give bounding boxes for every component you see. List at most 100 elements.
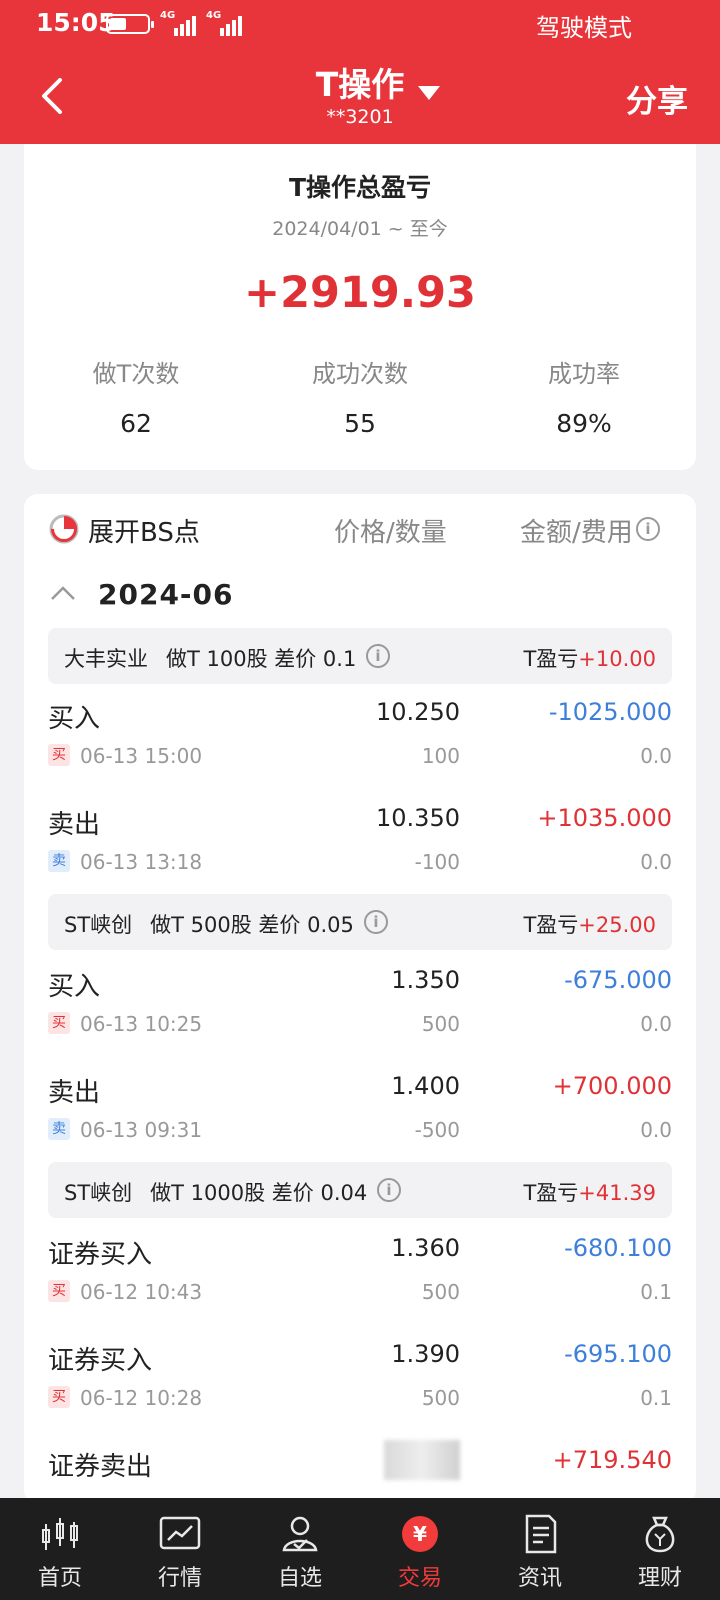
direction-badge: 卖 — [48, 1118, 70, 1140]
group-title: ST峡创 做T 1000股 差价 0.04 — [64, 1177, 367, 1207]
info-icon[interactable]: i — [636, 517, 660, 541]
trade-time: 06-13 09:31 — [80, 1118, 203, 1142]
tab-label: 交易 — [397, 1566, 442, 1591]
t-detail: 做T 100股 差价 0.1 — [166, 647, 357, 671]
trade-quantity: -100 — [414, 850, 460, 874]
column-header-price: 价格/数量 — [334, 518, 447, 548]
trade-row[interactable]: 卖出卖 06-13 09:31 1.400 -500 +700.000 0.0 — [48, 1066, 672, 1172]
stock-name: 大丰实业 — [64, 647, 148, 671]
summary-card: T操作总盈亏 2024/04/01 ~ 至今 +2919.93 做T次数 62 … — [24, 144, 696, 470]
trade-row[interactable]: 证券卖出 +719.540 — [48, 1440, 672, 1504]
trade-group-header[interactable]: ST峡创 做T 500股 差价 0.05 T盈亏+25.00 — [48, 894, 672, 950]
t-profit-label: T盈亏 — [523, 647, 579, 671]
page-title[interactable]: T操作 — [0, 58, 720, 106]
direction-badge: 卖 — [48, 850, 70, 872]
trade-type: 买入 — [48, 704, 101, 734]
caret-down-icon[interactable] — [418, 86, 440, 100]
t-profit-label: T盈亏 — [523, 913, 579, 937]
info-icon[interactable]: i — [366, 644, 390, 668]
t-detail: 做T 500股 差价 0.05 — [150, 913, 354, 937]
trade-fee: 0.0 — [640, 744, 672, 768]
trade-fee: 0.0 — [640, 1012, 672, 1036]
pie-toggle-icon[interactable] — [48, 513, 80, 545]
trade-type: 证券卖出 — [48, 1452, 153, 1482]
trade-group-header[interactable]: ST峡创 做T 1000股 差价 0.04 T盈亏+41.39 — [48, 1162, 672, 1218]
group-title: ST峡创 做T 500股 差价 0.05 — [64, 909, 354, 939]
share-button[interactable]: 分享 — [626, 76, 688, 121]
trade-quantity: 500 — [421, 1386, 460, 1410]
trade-quantity: 500 — [421, 1280, 460, 1304]
money-bag-icon — [645, 1516, 675, 1553]
month-label: 2024-06 — [98, 578, 234, 611]
trade-price: 1.360 — [391, 1234, 460, 1262]
trade-list-card: 展开BS点 价格/数量 金额/费用 i 2024-06 大丰实业 做T 100股 … — [24, 494, 696, 1504]
stat-label: 成功率 — [548, 360, 620, 388]
stat-t-count: 做T次数 62 — [24, 354, 248, 438]
trade-time: 06-13 10:25 — [80, 1012, 203, 1036]
group-title: 大丰实业 做T 100股 差价 0.1 — [64, 643, 356, 673]
info-icon[interactable]: i — [377, 1178, 401, 1202]
tab-home[interactable]: 首页 — [0, 1498, 120, 1600]
stat-success-count: 成功次数 55 — [248, 354, 472, 438]
stat-value: 89% — [556, 409, 612, 438]
trade-time: 06-12 10:43 — [80, 1280, 203, 1304]
trade-quantity: 100 — [421, 744, 460, 768]
trade-time: 06-13 13:18 — [80, 850, 203, 874]
trade-price: 10.350 — [376, 804, 460, 832]
trade-row[interactable]: 证券买入买 06-12 10:43 1.360 500 -680.100 0.1 — [48, 1228, 672, 1334]
trade-row[interactable]: 买入买 06-13 10:25 1.350 500 -675.000 0.0 — [48, 960, 672, 1066]
stat-success-rate: 成功率 89% — [472, 354, 696, 438]
trade-fee: 0.1 — [640, 1280, 672, 1304]
trade-price: 1.350 — [391, 966, 460, 994]
direction-badge: 买 — [48, 1280, 70, 1302]
trade-group-header[interactable]: 大丰实业 做T 100股 差价 0.1 T盈亏+10.00 — [48, 628, 672, 684]
stock-name: ST峡创 — [64, 913, 133, 937]
tab-label: 自选 — [277, 1566, 322, 1591]
tab-label: 资讯 — [517, 1566, 562, 1591]
tab-label: 首页 — [37, 1566, 82, 1591]
status-bar: 15:05 4G 4G 驾驶模式 — [0, 0, 720, 48]
tab-label: 理财 — [637, 1566, 682, 1591]
t-profit-value: +25.00 — [578, 913, 656, 937]
tab-wealth[interactable]: 理财 — [600, 1498, 720, 1600]
stat-value: 62 — [120, 409, 152, 438]
trade-type: 证券买入 — [48, 1240, 153, 1270]
trade-quantity: -500 — [414, 1118, 460, 1142]
signal-icon: 4G — [160, 10, 200, 36]
trade-time: 06-12 10:28 — [80, 1386, 203, 1410]
month-section-header[interactable]: 2024-06 — [24, 564, 696, 628]
candlestick-icon — [42, 1518, 78, 1550]
trade-amount: +1035.000 — [537, 804, 672, 832]
user-check-icon — [282, 1516, 318, 1552]
tab-market[interactable]: 行情 — [120, 1498, 240, 1600]
info-icon[interactable]: i — [364, 910, 388, 934]
t-profit: T盈亏+25.00 — [523, 909, 656, 939]
expand-bs-points-toggle[interactable]: 展开BS点 — [88, 512, 200, 549]
tab-label: 行情 — [157, 1566, 202, 1591]
trade-amount: +700.000 — [552, 1072, 672, 1100]
t-profit-value: +41.39 — [578, 1181, 656, 1205]
stock-name: ST峡创 — [64, 1181, 133, 1205]
t-profit: T盈亏+41.39 — [523, 1177, 656, 1207]
trade-amount: +719.540 — [552, 1446, 672, 1474]
total-profit-value: +2919.93 — [244, 268, 476, 318]
trade-fee: 0.0 — [640, 1118, 672, 1142]
yen-icon: ¥ — [402, 1516, 438, 1552]
t-detail: 做T 1000股 差价 0.04 — [150, 1181, 368, 1205]
trade-row[interactable]: 买入买 06-13 15:00 10.250 100 -1025.000 0.0 — [48, 692, 672, 798]
trade-row[interactable]: 证券买入买 06-12 10:28 1.390 500 -695.100 0.1 — [48, 1334, 672, 1440]
tab-trade[interactable]: ¥ 交易 — [360, 1498, 480, 1600]
trade-type: 卖出 — [48, 810, 101, 840]
trade-row[interactable]: 卖出卖 06-13 13:18 10.350 -100 +1035.000 0.0 — [48, 798, 672, 904]
tab-watchlist[interactable]: 自选 — [240, 1498, 360, 1600]
t-profit-value: +10.00 — [578, 647, 656, 671]
t-profit-label: T盈亏 — [523, 1181, 579, 1205]
status-time: 15:05 — [36, 8, 116, 37]
t-profit: T盈亏+10.00 — [523, 643, 656, 673]
stat-value: 55 — [344, 409, 376, 438]
chevron-up-icon[interactable] — [50, 580, 76, 606]
bottom-tab-bar: 首页 行情 自选 ¥ 交易 资讯 理财 — [0, 1498, 720, 1600]
summary-date-range: 2024/04/01 ~ 至今 — [272, 218, 448, 240]
list-header: 展开BS点 价格/数量 金额/费用 i — [24, 494, 696, 564]
tab-news[interactable]: 资讯 — [480, 1498, 600, 1600]
